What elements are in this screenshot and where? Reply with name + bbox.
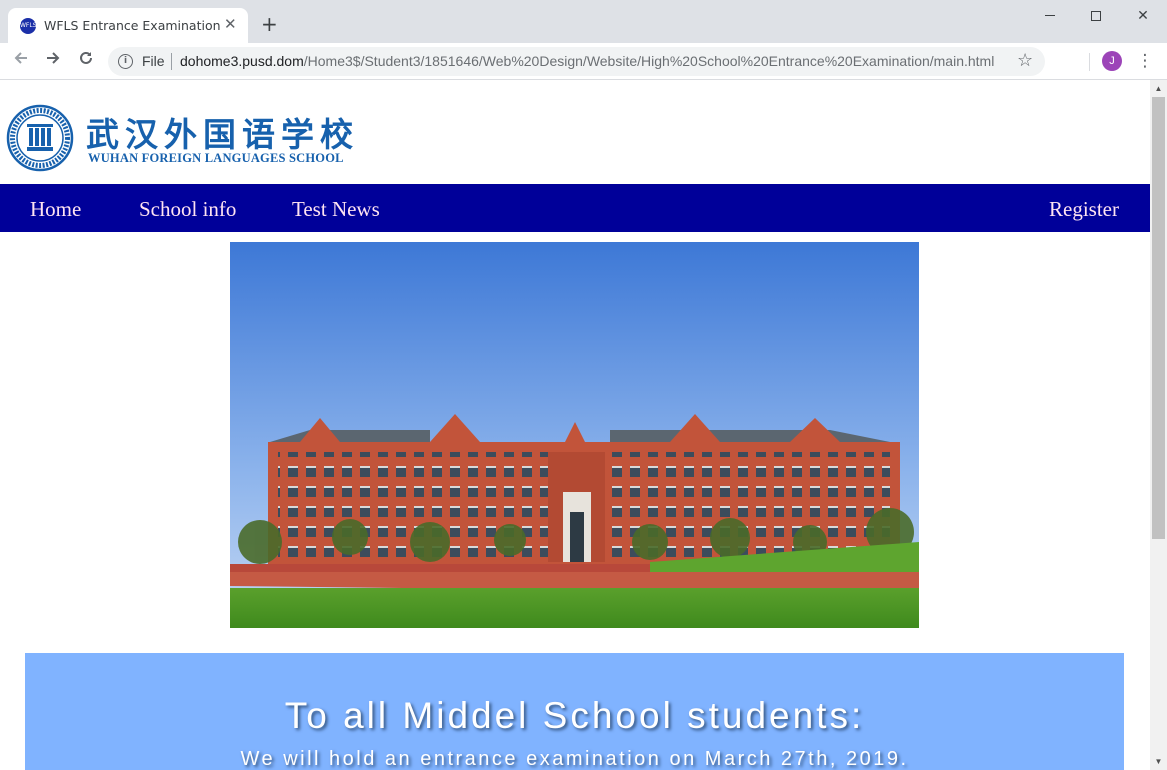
close-tab-icon[interactable]: ✕ bbox=[224, 17, 237, 33]
page-scrollbar[interactable]: ▲ ▼ bbox=[1150, 80, 1167, 770]
announcement-body: We will hold an entrance examination on … bbox=[240, 748, 909, 770]
school-name-chinese: 武汉外国语学校 bbox=[86, 115, 359, 154]
scroll-thumb[interactable] bbox=[1152, 97, 1165, 539]
campus-photo bbox=[230, 242, 919, 628]
nav-test-news-link[interactable]: Test News bbox=[292, 197, 380, 222]
school-logo[interactable]: 武汉外国语学校 WUHAN FOREIGN LANGUAGES SCHOOL bbox=[6, 104, 353, 172]
scroll-down-arrow-icon[interactable]: ▼ bbox=[1150, 753, 1167, 770]
maximize-icon bbox=[1091, 10, 1101, 21]
url-host: dohome3.pusd.dom bbox=[180, 53, 304, 69]
url-text[interactable]: dohome3.pusd.dom/Home3$/Student3/1851646… bbox=[180, 53, 994, 69]
nav-home-link[interactable]: Home bbox=[30, 197, 81, 222]
reload-icon[interactable] bbox=[74, 49, 98, 73]
back-arrow-icon[interactable] bbox=[9, 49, 33, 73]
file-scheme-label: File bbox=[142, 53, 165, 69]
star-icon[interactable]: ☆ bbox=[1017, 50, 1033, 71]
school-name-english: WUHAN FOREIGN LANGUAGES SCHOOL bbox=[88, 151, 344, 165]
url-path: /Home3$/Student3/1851646/Web%20Design/We… bbox=[303, 53, 995, 69]
window-maximize-button[interactable] bbox=[1073, 6, 1119, 26]
nav-school-info-link[interactable]: School info bbox=[139, 197, 236, 222]
browser-toolbar: i File dohome3.pusd.dom/Home3$/Student3/… bbox=[0, 43, 1167, 80]
window-close-button[interactable]: ✕ bbox=[1120, 6, 1166, 26]
browser-tab-strip: WFLS WFLS Entrance Examination ✕ + ✕ bbox=[0, 0, 1167, 43]
address-divider bbox=[171, 53, 172, 70]
announcement-title: To all Middel School students: bbox=[284, 695, 865, 736]
new-tab-button[interactable]: + bbox=[261, 14, 278, 34]
tab-title: WFLS Entrance Examination bbox=[44, 18, 221, 33]
forward-arrow-icon[interactable] bbox=[41, 49, 65, 73]
school-favicon-icon: WFLS bbox=[20, 18, 37, 34]
nav-register-link[interactable]: Register bbox=[1049, 197, 1119, 222]
close-icon: ✕ bbox=[1137, 8, 1149, 24]
school-seal-icon bbox=[6, 104, 74, 172]
address-bar[interactable]: i File dohome3.pusd.dom/Home3$/Student3/… bbox=[108, 47, 1045, 76]
scroll-up-arrow-icon[interactable]: ▲ bbox=[1150, 80, 1167, 97]
info-icon[interactable]: i bbox=[118, 54, 133, 69]
minimize-icon bbox=[1045, 15, 1055, 16]
main-nav: Home School info Test News Register bbox=[0, 184, 1150, 232]
kebab-menu-icon[interactable]: ⋮ bbox=[1135, 49, 1155, 73]
announcement-panel: To all Middel School students: We will h… bbox=[25, 653, 1124, 770]
browser-tab[interactable]: WFLS WFLS Entrance Examination ✕ bbox=[8, 8, 248, 43]
page-viewport: 武汉外国语学校 WUHAN FOREIGN LANGUAGES SCHOOL H… bbox=[0, 80, 1150, 770]
profile-avatar[interactable]: J bbox=[1102, 51, 1122, 71]
toolbar-divider bbox=[1089, 53, 1090, 71]
window-minimize-button[interactable] bbox=[1027, 6, 1073, 26]
